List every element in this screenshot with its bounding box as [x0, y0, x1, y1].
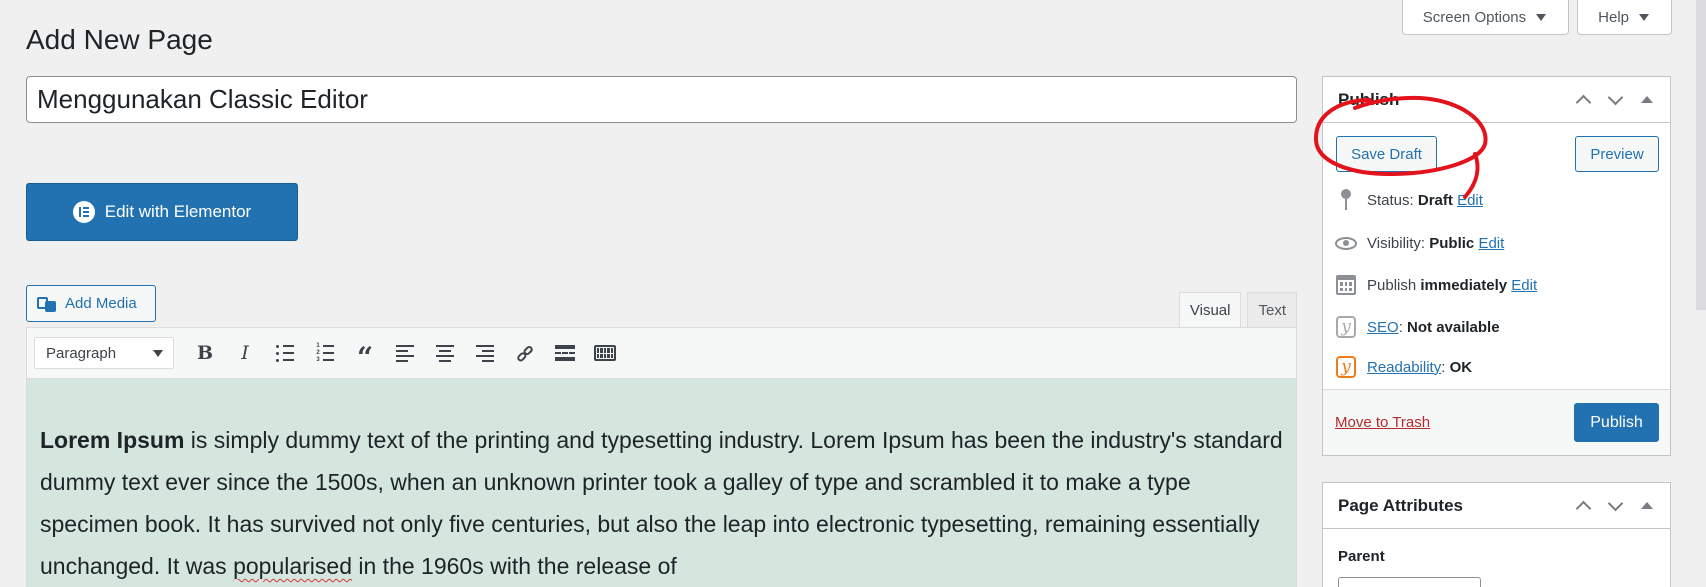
bullet-list-icon[interactable]: [268, 336, 302, 370]
save-draft-button[interactable]: Save Draft: [1336, 136, 1437, 172]
help-button[interactable]: Help: [1577, 0, 1672, 35]
align-center-icon[interactable]: [428, 336, 462, 370]
bold-icon[interactable]: B: [188, 336, 222, 370]
readability-row: y Readability: OK: [1335, 356, 1472, 378]
status-row: Status: Draft Edit: [1335, 189, 1483, 211]
blockquote-icon[interactable]: “: [348, 336, 382, 372]
tab-text[interactable]: Text: [1247, 292, 1297, 328]
link-icon[interactable]: [508, 336, 542, 370]
caret-down-icon: [1536, 13, 1547, 21]
visibility-label: Visibility:: [1367, 234, 1426, 252]
status-edit-link[interactable]: Edit: [1457, 192, 1483, 209]
add-media-label: Add Media: [65, 295, 137, 312]
media-icon: [37, 295, 57, 313]
schedule-label: Publish: [1367, 276, 1417, 294]
triangle-up-icon: [1641, 502, 1653, 509]
readability-value: OK: [1449, 358, 1473, 376]
caret-down-icon: [1639, 13, 1649, 21]
scrollbar[interactable]: [1696, 0, 1706, 310]
body-text-end: in the 1960s with the release of: [352, 553, 677, 579]
publish-box: Publish Save Draft Preview Status: Draft…: [1322, 76, 1671, 456]
page-attributes-title: Page Attributes: [1338, 495, 1464, 515]
screen-options-label: Screen Options: [1422, 8, 1527, 26]
publish-box-title: Publish: [1338, 89, 1400, 109]
italic-icon[interactable]: I: [228, 336, 262, 370]
preview-button[interactable]: Preview: [1575, 136, 1659, 172]
schedule-edit-link[interactable]: Edit: [1511, 277, 1537, 294]
yoast-readability-icon: y: [1335, 356, 1357, 378]
toggle-panel-button[interactable]: [1634, 493, 1660, 519]
move-to-trash-link[interactable]: Move to Trash: [1335, 414, 1430, 431]
schedule-value: immediately: [1420, 276, 1508, 294]
eye-icon: [1335, 232, 1357, 254]
elementor-label: Edit with Elementor: [104, 202, 252, 221]
publish-box-header: Publish: [1323, 77, 1670, 123]
visibility-edit-link[interactable]: Edit: [1478, 235, 1504, 252]
schedule-row: Publish immediately Edit: [1335, 274, 1537, 296]
chevron-up-icon: [1575, 94, 1591, 110]
major-publishing-actions: Move to Trash Publish: [1323, 389, 1670, 455]
status-label: Status:: [1367, 191, 1414, 209]
align-right-icon[interactable]: [468, 336, 502, 370]
visibility-value: Public: [1429, 234, 1475, 252]
tab-visual[interactable]: Visual: [1178, 292, 1242, 328]
pin-icon: [1335, 189, 1357, 211]
screen-options-button[interactable]: Screen Options: [1401, 0, 1570, 35]
move-up-button[interactable]: [1570, 493, 1596, 519]
chevron-down-icon: [1607, 89, 1623, 105]
seo-row: y SEO: Not available: [1335, 316, 1500, 338]
status-value: Draft: [1417, 191, 1453, 209]
screen-meta-links: Screen Options Help: [1401, 0, 1672, 35]
classic-editor: Paragraph B I 123 “ Lorem Ipsum is simpl…: [26, 327, 1297, 587]
format-select[interactable]: Paragraph: [34, 337, 174, 369]
move-up-button[interactable]: [1570, 87, 1596, 113]
move-down-button[interactable]: [1602, 87, 1628, 113]
bold-text: Lorem Ipsum: [40, 427, 185, 453]
toggle-panel-button[interactable]: [1634, 87, 1660, 113]
seo-value: Not available: [1407, 318, 1500, 336]
format-select-value: Paragraph: [46, 344, 117, 362]
move-down-button[interactable]: [1602, 493, 1628, 519]
publish-button[interactable]: Publish: [1574, 403, 1659, 442]
parent-select[interactable]: [1338, 577, 1481, 587]
page-attributes-header: Page Attributes: [1323, 483, 1670, 529]
misspelled-word: popularised: [233, 553, 352, 579]
toolbar-toggle-icon[interactable]: [588, 336, 622, 370]
help-label: Help: [1598, 8, 1629, 26]
calendar-icon: [1335, 274, 1357, 296]
add-media-button[interactable]: Add Media: [26, 285, 156, 322]
readability-link[interactable]: Readability: [1367, 359, 1441, 376]
title-input[interactable]: [26, 76, 1297, 123]
page-title: Add New Page: [26, 24, 213, 55]
triangle-up-icon: [1641, 96, 1653, 103]
editor-toolbar: Paragraph B I 123 “: [27, 328, 1296, 379]
page-attributes-box: Page Attributes Parent: [1322, 482, 1671, 587]
visibility-row: Visibility: Public Edit: [1335, 232, 1504, 254]
elementor-icon: [72, 201, 95, 223]
parent-label: Parent: [1338, 548, 1385, 565]
numbered-list-icon[interactable]: 123: [308, 336, 342, 370]
read-more-icon[interactable]: [548, 336, 582, 370]
yoast-seo-icon: y: [1335, 316, 1357, 338]
align-left-icon[interactable]: [388, 336, 422, 370]
chevron-down-icon: [1607, 495, 1623, 511]
chevron-down-icon: [153, 349, 163, 357]
edit-with-elementor-button[interactable]: Edit with Elementor: [26, 183, 298, 241]
chevron-up-icon: [1575, 500, 1591, 516]
editor-tabs: Visual Text: [1178, 292, 1297, 328]
editor-content[interactable]: Lorem Ipsum is simply dummy text of the …: [27, 379, 1296, 587]
seo-link[interactable]: SEO: [1367, 319, 1399, 336]
